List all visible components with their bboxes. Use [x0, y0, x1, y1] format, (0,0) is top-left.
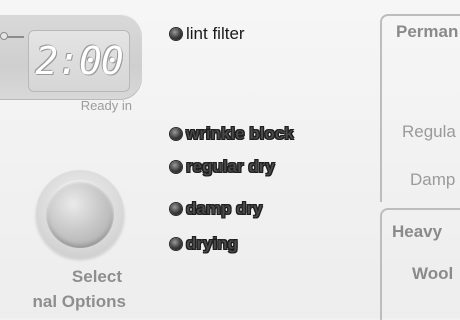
cycle-group-heavy: Heavy Wool [380, 208, 460, 320]
cycle-heading: Perman [396, 22, 459, 41]
led-icon [170, 238, 182, 250]
led-icon [170, 128, 182, 140]
indicator-drying: drying [170, 234, 238, 254]
knob-button[interactable] [46, 180, 114, 248]
ready-in-label: Ready in [80, 98, 132, 113]
indicator-lint-filter: lint filter [170, 24, 245, 44]
indicator-label: lint filter [186, 24, 245, 43]
timer-and-selector: 2:00 Ready in Select nal Options [0, 0, 155, 318]
led-icon [170, 28, 182, 40]
cycle-option-wool[interactable]: Wool [412, 264, 453, 284]
led-icon [170, 203, 182, 215]
indicator-damp-dry: damp dry [170, 199, 263, 219]
indicator-label: wrinkle block [186, 124, 294, 143]
cycle-option-heavy[interactable]: Heavy [392, 222, 442, 242]
knob-label-options: nal Options [32, 292, 127, 311]
display-connector-icon [0, 32, 24, 40]
indicator-label: damp dry [186, 199, 263, 218]
indicator-wrinkle-block: wrinkle block [170, 124, 294, 144]
dryer-control-panel: 2:00 Ready in Select nal Options lint fi… [0, 0, 460, 320]
cycle-option-damp[interactable]: Damp [410, 170, 455, 190]
time-display: 2:00 [28, 30, 130, 92]
led-icon [170, 161, 182, 173]
indicator-label: regular dry [186, 157, 275, 176]
knob-label-select: Select [71, 267, 122, 286]
time-readout: 2:00 [35, 39, 124, 83]
cycle-group-permanent: Perman Regula Damp [380, 14, 460, 202]
indicator-label: drying [186, 234, 238, 253]
cycle-option-regular[interactable]: Regula [402, 122, 456, 142]
indicator-regular-dry: regular dry [170, 157, 275, 177]
select-options-knob[interactable] [36, 170, 124, 258]
